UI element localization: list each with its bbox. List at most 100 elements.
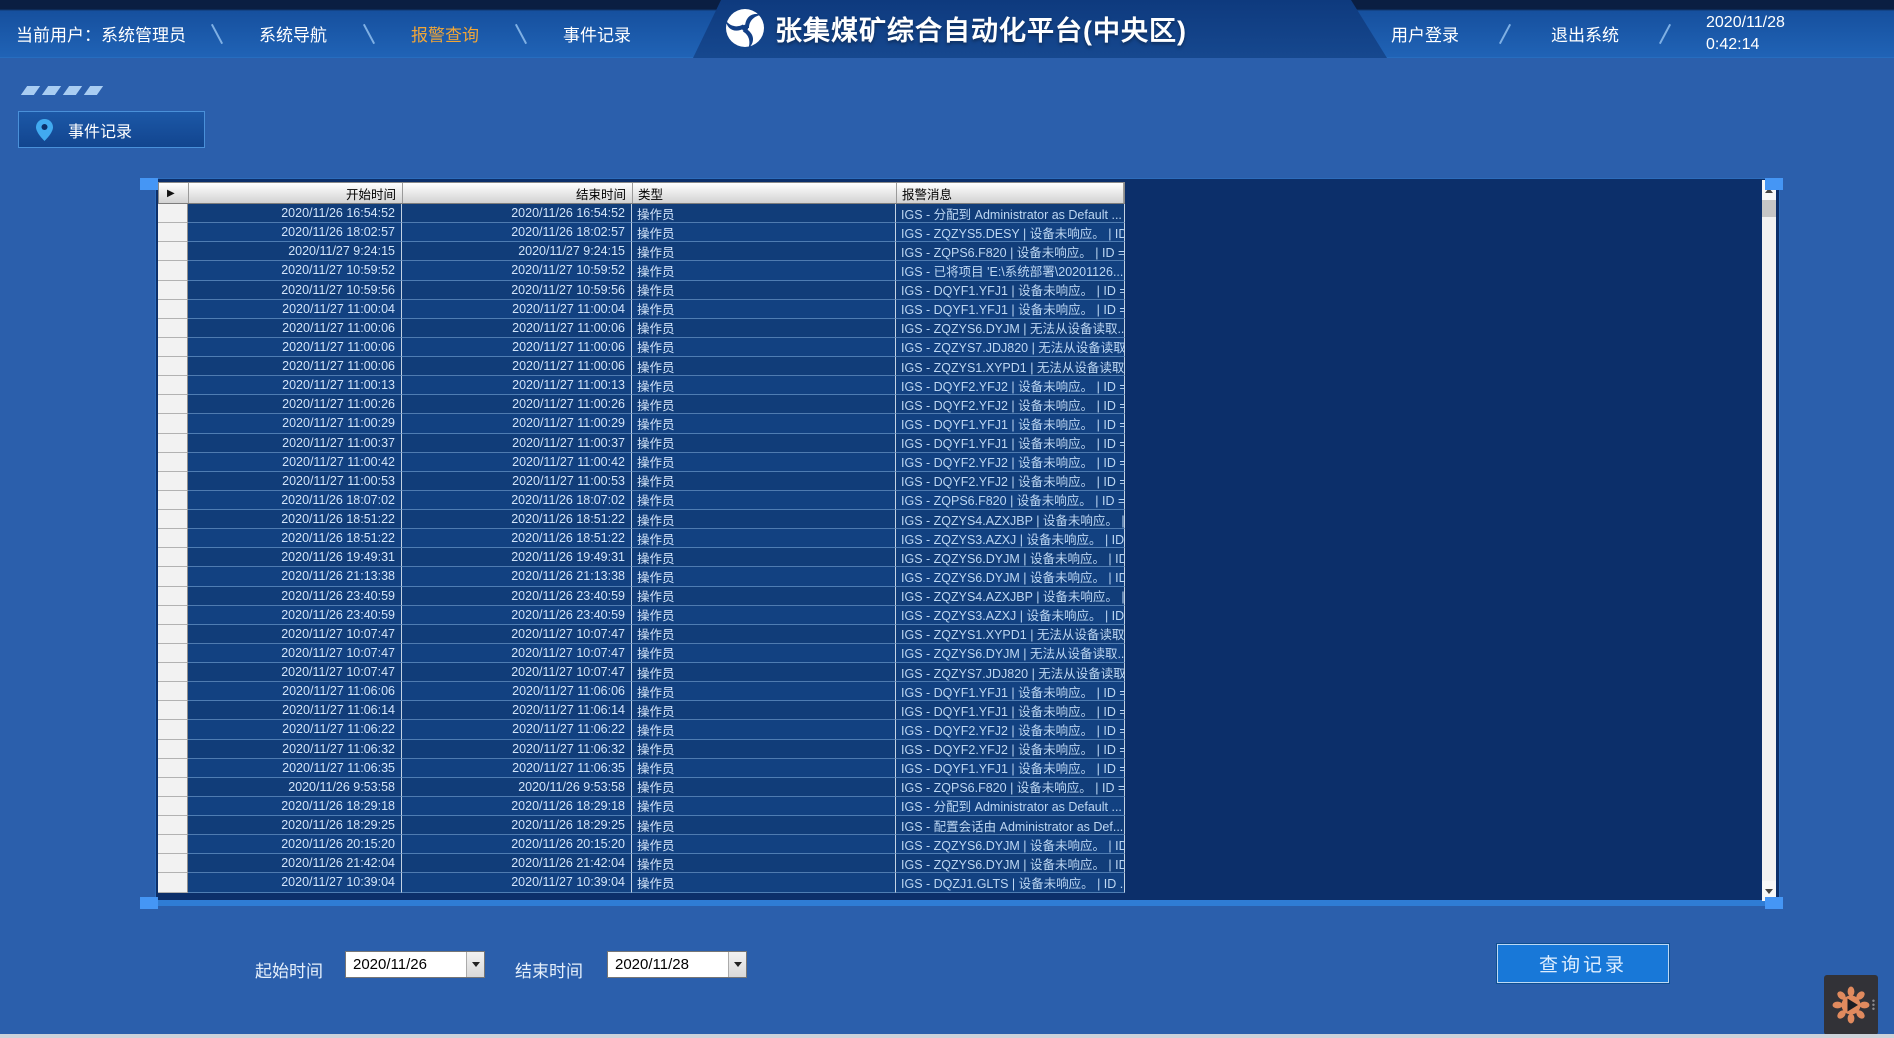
row-selector[interactable] bbox=[158, 778, 188, 797]
table-row[interactable]: 2020/11/27 11:06:06 2020/11/27 11:06:06 … bbox=[158, 682, 1125, 701]
table-row[interactable]: 2020/11/26 23:40:59 2020/11/26 23:40:59 … bbox=[158, 587, 1125, 606]
table-row[interactable]: 2020/11/26 18:07:02 2020/11/26 18:07:02 … bbox=[158, 491, 1125, 510]
cell-start-time: 2020/11/27 11:00:13 bbox=[188, 376, 402, 395]
table-row[interactable]: 2020/11/27 9:24:15 2020/11/27 9:24:15 操作… bbox=[158, 242, 1125, 261]
screen-recorder-widget[interactable]: ••• bbox=[1824, 975, 1878, 1035]
row-selector[interactable] bbox=[158, 720, 188, 739]
row-selector[interactable] bbox=[158, 242, 188, 261]
row-selector[interactable] bbox=[158, 567, 188, 586]
table-row[interactable]: 2020/11/27 11:06:14 2020/11/27 11:06:14 … bbox=[158, 701, 1125, 720]
table-row[interactable]: 2020/11/26 21:42:04 2020/11/26 21:42:04 … bbox=[158, 854, 1125, 873]
table-row[interactable]: 2020/11/27 11:00:04 2020/11/27 11:00:04 … bbox=[158, 300, 1125, 319]
table-row[interactable]: 2020/11/27 11:00:06 2020/11/27 11:00:06 … bbox=[158, 319, 1125, 338]
row-selector[interactable] bbox=[158, 682, 188, 701]
cell-type: 操作员 bbox=[632, 261, 896, 280]
cell-message: IGS - ZQPS6.F820 | 设备未响应。 | ID =... bbox=[896, 491, 1125, 510]
row-selector[interactable] bbox=[158, 835, 188, 854]
end-date-dropdown-button[interactable] bbox=[728, 952, 746, 977]
scrollbar-thumb[interactable] bbox=[1762, 200, 1776, 217]
table-row[interactable]: 2020/11/26 20:15:20 2020/11/26 20:15:20 … bbox=[158, 835, 1125, 854]
row-selector[interactable] bbox=[158, 587, 188, 606]
row-selector[interactable] bbox=[158, 261, 188, 280]
row-selector[interactable] bbox=[158, 357, 188, 376]
table-row[interactable]: 2020/11/26 21:13:38 2020/11/26 21:13:38 … bbox=[158, 567, 1125, 586]
table-row[interactable]: 2020/11/27 11:00:13 2020/11/27 11:00:13 … bbox=[158, 376, 1125, 395]
row-selector[interactable] bbox=[158, 663, 188, 682]
table-row[interactable]: 2020/11/26 19:49:31 2020/11/26 19:49:31 … bbox=[158, 548, 1125, 567]
start-date-dropdown-button[interactable] bbox=[466, 952, 484, 977]
drag-handle-dots[interactable]: ••• bbox=[1872, 999, 1875, 1011]
column-header-message[interactable]: 报警消息 bbox=[897, 183, 1124, 203]
nav-item-alarm-query[interactable]: 报警查询 bbox=[370, 21, 520, 46]
nav-item-system-navigation[interactable]: 系统导航 bbox=[218, 21, 368, 46]
scrollbar-track[interactable] bbox=[1762, 217, 1776, 881]
table-row[interactable]: 2020/11/26 18:02:57 2020/11/26 18:02:57 … bbox=[158, 223, 1125, 242]
table-row[interactable]: 2020/11/27 10:59:52 2020/11/27 10:59:52 … bbox=[158, 261, 1125, 280]
row-selector[interactable] bbox=[158, 759, 188, 778]
row-selector[interactable] bbox=[158, 816, 188, 835]
table-row[interactable]: 2020/11/27 10:07:47 2020/11/27 10:07:47 … bbox=[158, 644, 1125, 663]
vertical-scrollbar[interactable] bbox=[1762, 180, 1776, 901]
row-selector[interactable] bbox=[158, 854, 188, 873]
cell-start-time: 2020/11/26 18:02:57 bbox=[188, 223, 402, 242]
cell-end-time: 2020/11/27 9:24:15 bbox=[402, 242, 632, 261]
row-selector[interactable] bbox=[158, 644, 188, 663]
table-row[interactable]: 2020/11/27 11:06:35 2020/11/27 11:06:35 … bbox=[158, 759, 1125, 778]
row-selector[interactable] bbox=[158, 740, 188, 759]
cell-type: 操作员 bbox=[632, 223, 896, 242]
table-row[interactable]: 2020/11/27 11:00:37 2020/11/27 11:00:37 … bbox=[158, 434, 1125, 453]
row-selector[interactable] bbox=[158, 548, 188, 567]
table-row[interactable]: 2020/11/27 10:39:04 2020/11/27 10:39:04 … bbox=[158, 873, 1125, 892]
table-row[interactable]: 2020/11/27 11:06:22 2020/11/27 11:06:22 … bbox=[158, 720, 1125, 739]
row-selector[interactable] bbox=[158, 395, 188, 414]
row-selector[interactable] bbox=[158, 797, 188, 816]
start-date-select[interactable]: 2020/11/26 bbox=[345, 951, 485, 978]
row-selector[interactable] bbox=[158, 223, 188, 242]
row-selector[interactable] bbox=[158, 873, 188, 892]
table-row[interactable]: 2020/11/26 23:40:59 2020/11/26 23:40:59 … bbox=[158, 606, 1125, 625]
row-selector[interactable] bbox=[158, 606, 188, 625]
table-row[interactable]: 2020/11/27 11:00:06 2020/11/27 11:00:06 … bbox=[158, 357, 1125, 376]
nav-item-exit-system[interactable]: 退出系统 bbox=[1520, 21, 1650, 46]
row-selector[interactable] bbox=[158, 338, 188, 357]
table-row[interactable]: 2020/11/26 18:51:22 2020/11/26 18:51:22 … bbox=[158, 529, 1125, 548]
table-row[interactable]: 2020/11/27 11:00:06 2020/11/27 11:00:06 … bbox=[158, 338, 1125, 357]
table-row[interactable]: 2020/11/27 10:59:56 2020/11/27 10:59:56 … bbox=[158, 281, 1125, 300]
table-row[interactable]: 2020/11/26 16:54:52 2020/11/26 16:54:52 … bbox=[158, 204, 1125, 223]
table-row[interactable]: 2020/11/27 11:00:26 2020/11/27 11:00:26 … bbox=[158, 395, 1125, 414]
panel-bottom-strip bbox=[155, 900, 1780, 906]
tab-event-record[interactable]: 事件记录 bbox=[18, 111, 205, 148]
column-header-type[interactable]: 类型 bbox=[633, 183, 897, 203]
table-row[interactable]: 2020/11/27 11:00:53 2020/11/27 11:00:53 … bbox=[158, 472, 1125, 491]
table-row[interactable]: 2020/11/26 18:29:25 2020/11/26 18:29:25 … bbox=[158, 816, 1125, 835]
table-row[interactable]: 2020/11/26 18:29:18 2020/11/26 18:29:18 … bbox=[158, 797, 1125, 816]
table-row[interactable]: 2020/11/27 10:07:47 2020/11/27 10:07:47 … bbox=[158, 663, 1125, 682]
row-selector[interactable] bbox=[158, 414, 188, 433]
table-row[interactable]: 2020/11/27 11:00:29 2020/11/27 11:00:29 … bbox=[158, 414, 1125, 433]
row-selector[interactable] bbox=[158, 204, 188, 223]
row-selector[interactable] bbox=[158, 453, 188, 472]
row-selector[interactable] bbox=[158, 701, 188, 720]
row-selector[interactable] bbox=[158, 491, 188, 510]
row-selector[interactable] bbox=[158, 281, 188, 300]
row-selector[interactable] bbox=[158, 434, 188, 453]
column-header-end-time[interactable]: 结束时间 bbox=[403, 183, 633, 203]
row-selector[interactable] bbox=[158, 510, 188, 529]
query-records-button[interactable]: 查询记录 bbox=[1497, 944, 1669, 983]
table-row[interactable]: 2020/11/27 11:00:42 2020/11/27 11:00:42 … bbox=[158, 453, 1125, 472]
row-selector[interactable] bbox=[158, 472, 188, 491]
table-row[interactable]: 2020/11/27 11:06:32 2020/11/27 11:06:32 … bbox=[158, 740, 1125, 759]
column-header-start-time[interactable]: 开始时间 bbox=[189, 183, 403, 203]
nav-item-user-login[interactable]: 用户登录 bbox=[1360, 21, 1490, 46]
cell-type: 操作员 bbox=[632, 701, 896, 720]
row-selector[interactable] bbox=[158, 319, 188, 338]
end-date-select[interactable]: 2020/11/28 bbox=[607, 951, 747, 978]
nav-item-event-record[interactable]: 事件记录 bbox=[522, 21, 672, 46]
table-row[interactable]: 2020/11/26 18:51:22 2020/11/26 18:51:22 … bbox=[158, 510, 1125, 529]
table-row[interactable]: 2020/11/27 10:07:47 2020/11/27 10:07:47 … bbox=[158, 625, 1125, 644]
row-selector[interactable] bbox=[158, 300, 188, 319]
table-row[interactable]: 2020/11/26 9:53:58 2020/11/26 9:53:58 操作… bbox=[158, 778, 1125, 797]
row-selector[interactable] bbox=[158, 625, 188, 644]
row-selector[interactable] bbox=[158, 529, 188, 548]
row-selector[interactable] bbox=[158, 376, 188, 395]
